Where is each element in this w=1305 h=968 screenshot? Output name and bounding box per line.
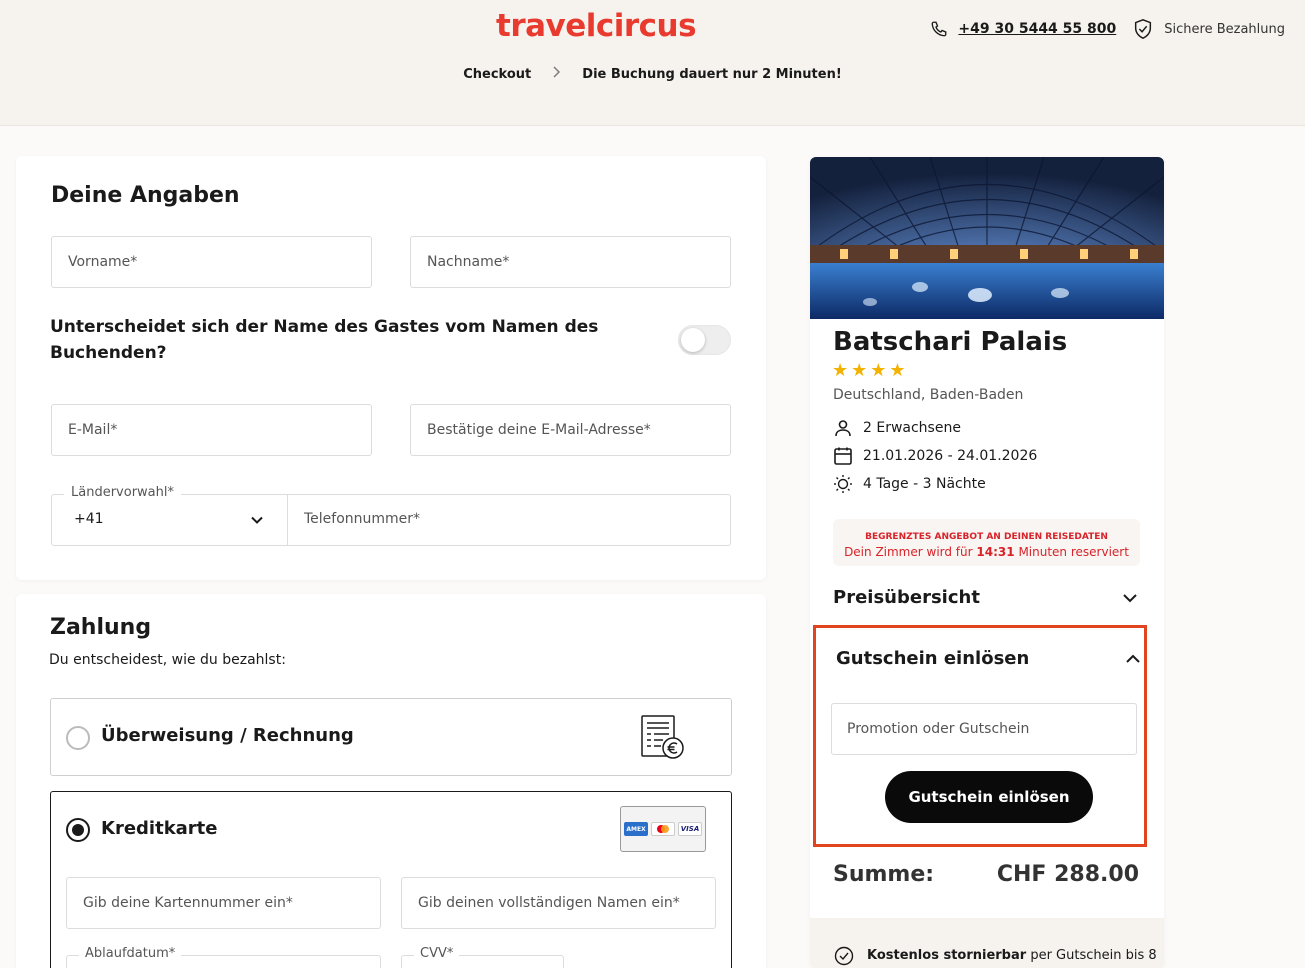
phone-group: Ländervorwahl* +41 Telefonnummer* [51,485,731,546]
person-icon [835,420,851,437]
section-title-payment: Zahlung [50,615,152,640]
duration-row: 4 Tage - 3 Nächte [833,474,986,494]
transfer-label: Überweisung / Rechnung [101,725,354,746]
travelcircus-logo[interactable]: travelcircus [496,8,697,44]
phone-icon [931,21,947,37]
chevron-up-icon [1126,654,1140,663]
first-name-field[interactable]: Vorname* [51,236,372,288]
page-header: travelcircus +49 30 5444 55 800 Sichere … [0,0,1305,126]
payment-option-transfer[interactable]: Überweisung / Rechnung [50,698,732,776]
phone-number-field[interactable]: Telefonnummer* [304,511,420,527]
hotel-image [810,157,1164,319]
check-circle-icon [834,946,854,966]
hotel-name: Batschari Palais [833,327,1068,357]
sun-icon [834,475,852,493]
card-brands-icon: AMEX VISA [620,806,706,852]
personal-details-card: Deine Angaben Vorname* Nachname* Untersc… [16,156,766,580]
hotel-location: Deutschland, Baden-Baden [833,387,1024,403]
guest-name-question: Unterscheidet sich der Name des Gastes v… [50,317,599,363]
breadcrumb: Checkout Die Buchung dauert nur 2 Minute… [0,66,1305,82]
price-overview-toggle[interactable]: Preisübersicht [833,587,1139,608]
coupon-toggle[interactable]: Gutschein einlösen [836,648,1142,669]
divider [287,495,288,545]
guests-text: 2 Erwachsene [863,420,961,436]
header-contact: +49 30 5444 55 800 Sichere Bezahlung [930,18,1285,40]
card-number-field[interactable]: Gib deine Kartennummer ein* [66,877,381,929]
total-value: CHF 288.00 [996,862,1139,887]
breadcrumb-checkout[interactable]: Checkout [463,67,531,82]
toggle-knob [681,328,705,352]
coupon-title: Gutschein einlösen [836,648,1030,669]
payment-subtitle: Du entscheidest, wie du bezahlst: [49,652,286,668]
mastercard-icon [651,822,675,836]
reservation-timer: 14:31 [976,545,1015,559]
free-cancellation-bar: Kostenlos stornierbar per Gutschein bis … [810,918,1164,968]
chevron-down-icon[interactable] [248,511,266,529]
total-row: Summe: CHF 288.00 [833,862,1139,887]
cvv-label: CVV* [414,946,460,961]
shield-check-icon [1135,19,1152,39]
limited-offer-headline: BEGRENZTES ANGEBOT AN DEINEN REISEDATEN [865,532,1108,542]
radio-card[interactable] [66,818,90,842]
limited-offer-text: Dein Zimmer wird für 14:31 Minuten reser… [844,545,1129,559]
payment-card: Zahlung Du entscheidest, wie du bezahlst… [16,594,766,968]
booking-summary: Batschari Palais ★★★★ Deutschland, Baden… [810,157,1164,968]
dates-row: 21.01.2026 - 24.01.2026 [833,446,1037,466]
last-name-field[interactable]: Nachname* [410,236,731,288]
country-code-select[interactable]: +41 [74,511,104,527]
email-field[interactable]: E-Mail* [51,404,372,456]
payment-option-card[interactable]: Kreditkarte AMEX VISA Gib deine Kartennu… [50,791,732,968]
free-cancellation-text: Kostenlos stornierbar per Gutschein bis … [867,948,1157,963]
star-rating: ★★★★ [832,360,909,381]
card-label: Kreditkarte [101,818,218,839]
guest-name-toggle[interactable] [678,325,731,355]
section-title-details: Deine Angaben [51,183,240,208]
expiry-label: Ablaufdatum* [79,946,182,961]
dates-text: 21.01.2026 - 24.01.2026 [863,448,1038,464]
duration-text: 4 Tage - 3 Nächte [863,476,986,492]
country-code-label: Ländervorwahl* [64,485,181,500]
visa-icon: VISA [678,822,702,836]
breadcrumb-step: Die Buchung dauert nur 2 Minuten! [582,66,842,82]
secure-payment-label: Sichere Bezahlung [1164,21,1285,37]
price-overview-label: Preisübersicht [833,587,980,608]
limited-offer-notice: BEGRENZTES ANGEBOT AN DEINEN REISEDATEN … [833,519,1140,566]
guests-row: 2 Erwachsene [833,418,961,438]
radio-transfer[interactable] [66,726,90,750]
calendar-icon [834,447,852,465]
phone-link[interactable]: +49 30 5444 55 800 [958,21,1116,37]
invoice-euro-icon [641,715,684,759]
amex-icon: AMEX [624,822,648,836]
email-confirm-field[interactable]: Bestätige deine E-Mail-Adresse* [410,404,731,456]
coupon-input[interactable]: Promotion oder Gutschein [831,703,1137,755]
chevron-down-icon [1123,593,1137,602]
coupon-section: Gutschein einlösen Promotion oder Gutsch… [813,625,1147,847]
chevron-right-icon [552,66,562,82]
card-name-field[interactable]: Gib deinen vollständigen Namen ein* [401,877,716,929]
total-label: Summe: [833,862,935,887]
redeem-coupon-button[interactable]: Gutschein einlösen [885,771,1093,823]
